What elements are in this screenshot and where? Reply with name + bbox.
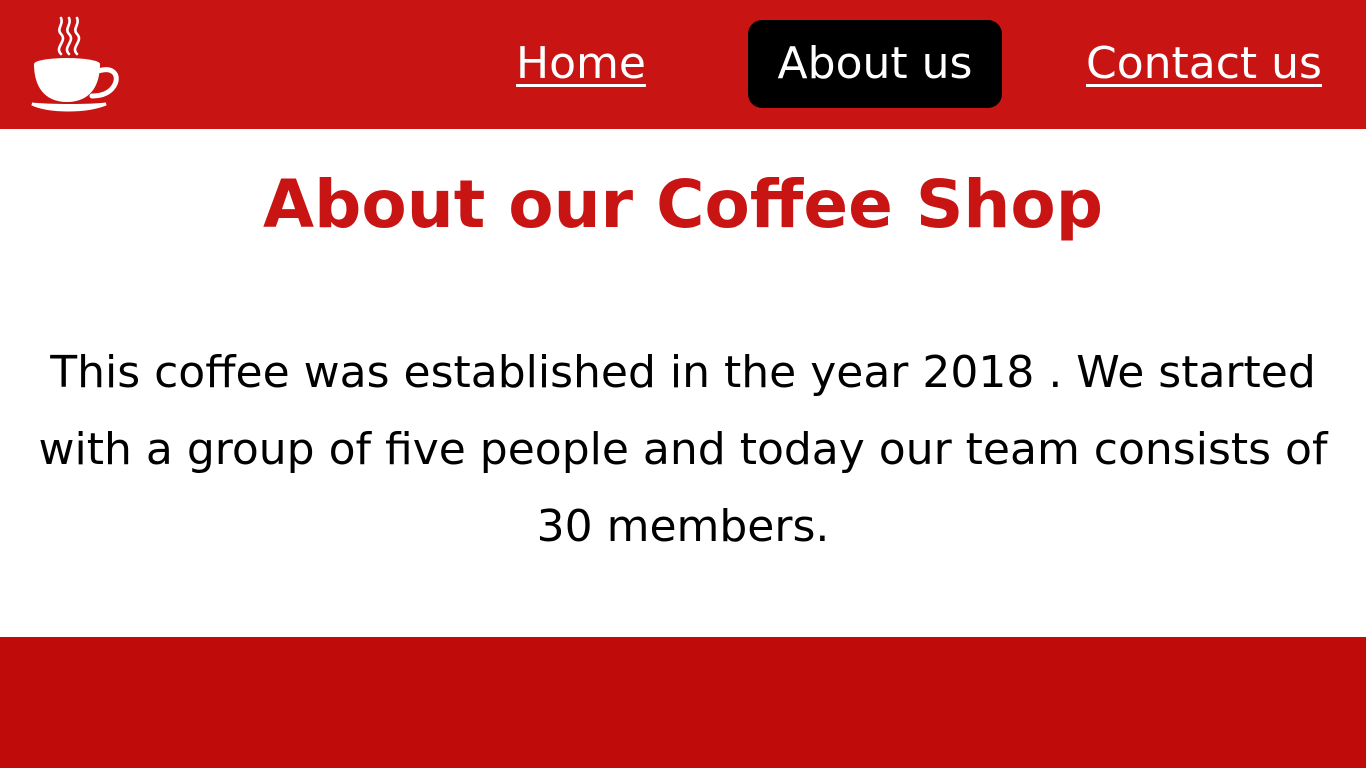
nav-link-about-us[interactable]: About us: [748, 20, 1002, 108]
about-text: This coffee was established in the year …: [38, 347, 1328, 552]
nav-link-home[interactable]: Home: [516, 20, 646, 108]
site-footer: [0, 637, 1366, 768]
page-title: About our Coffee Shop: [263, 166, 1103, 243]
site-header: Home About us Contact us: [0, 0, 1366, 129]
coffee-cup-icon[interactable]: [30, 14, 122, 114]
nav-link-contact-us[interactable]: Contact us: [1086, 20, 1322, 108]
